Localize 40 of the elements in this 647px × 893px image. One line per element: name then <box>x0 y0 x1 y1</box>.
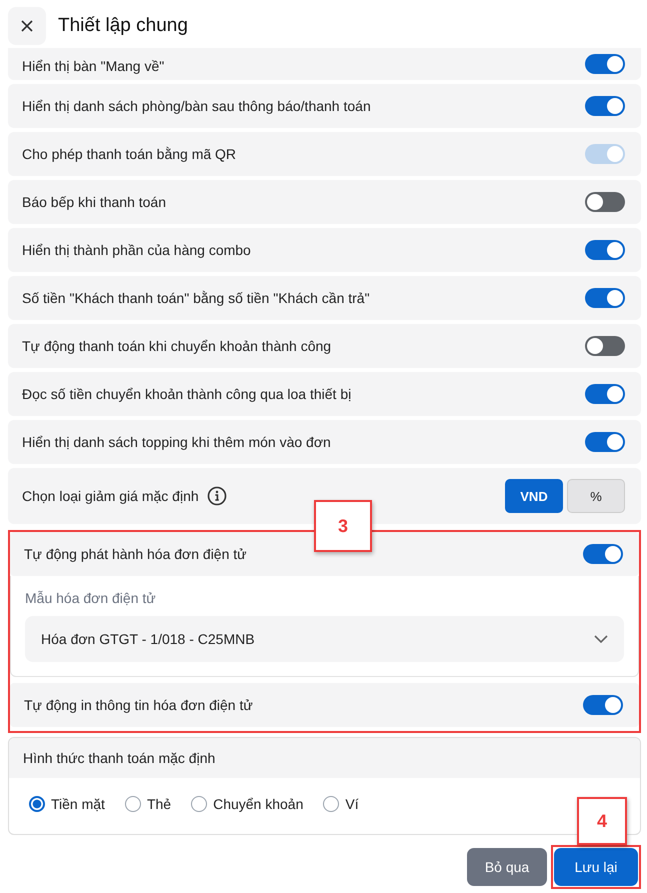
chevron-down-icon <box>594 635 608 643</box>
toggle-switch[interactable] <box>583 544 623 564</box>
callout-label: 3 <box>314 500 372 552</box>
setting-label: Tự động in thông tin hóa đơn điện tử <box>24 697 253 713</box>
setting-label: Hiển thị thành phần của hàng combo <box>22 242 251 258</box>
save-button[interactable]: Lưu lại <box>554 848 638 886</box>
radio-option[interactable]: Tiền mặt <box>29 796 105 812</box>
cancel-button[interactable]: Bỏ qua <box>467 848 547 886</box>
setting-label: Hiển thị bàn "Mang về" <box>22 58 164 74</box>
toggle-switch[interactable] <box>585 432 625 452</box>
radio-option[interactable]: Thẻ <box>124 796 172 812</box>
setting-label: Đọc số tiền chuyển khoản thành công qua loa thiết bị <box>22 386 352 402</box>
setting-label: Tự động phát hành hóa đơn điện tử <box>24 546 247 562</box>
template-dropdown[interactable]: Hóa đơn GTGT - 1/018 - C25MNB <box>25 616 624 662</box>
setting-label: Cho phép thanh toán bằng mã QR <box>22 146 236 162</box>
setting-label: Số tiền "Khách thanh toán" bằng số tiền "Khách cần trả" <box>22 290 370 306</box>
discount-type-button[interactable]: % <box>567 479 625 513</box>
radio-option[interactable]: Chuyển khoản <box>191 796 304 812</box>
callout-label: 4 <box>577 797 627 845</box>
toggle-switch[interactable] <box>585 96 625 116</box>
setting-label: Tự động thanh toán khi chuyển khoản thành công <box>22 338 332 354</box>
radio-option[interactable]: Ví <box>323 796 359 812</box>
setting-label: Hiển thị danh sách topping khi thêm món vào đơn <box>22 434 331 450</box>
info-icon[interactable] <box>206 486 227 506</box>
discount-type-button[interactable]: VND <box>505 479 563 513</box>
toggle-switch[interactable] <box>583 695 623 715</box>
toggle-switch[interactable] <box>585 288 625 308</box>
toggle-switch[interactable] <box>585 54 625 74</box>
close-icon <box>20 19 34 33</box>
toggle-switch[interactable] <box>585 192 625 212</box>
window-title: Thiết lập chung <box>58 15 188 37</box>
setting-label: Báo bếp khi thanh toán <box>22 194 166 210</box>
close-button[interactable] <box>8 7 46 45</box>
toggle-switch[interactable] <box>585 240 625 260</box>
toggle-switch[interactable] <box>585 336 625 356</box>
section-header: Hình thức thanh toán mặc định <box>9 738 640 778</box>
setting-label: Chọn loại giảm giá mặc định <box>22 488 199 504</box>
field-label: Mẫu hóa đơn điện tử <box>25 590 157 606</box>
setting-label: Hiển thị danh sách phòng/bàn sau thông báo/thanh toán <box>22 98 371 114</box>
toggle-switch[interactable] <box>585 384 625 404</box>
